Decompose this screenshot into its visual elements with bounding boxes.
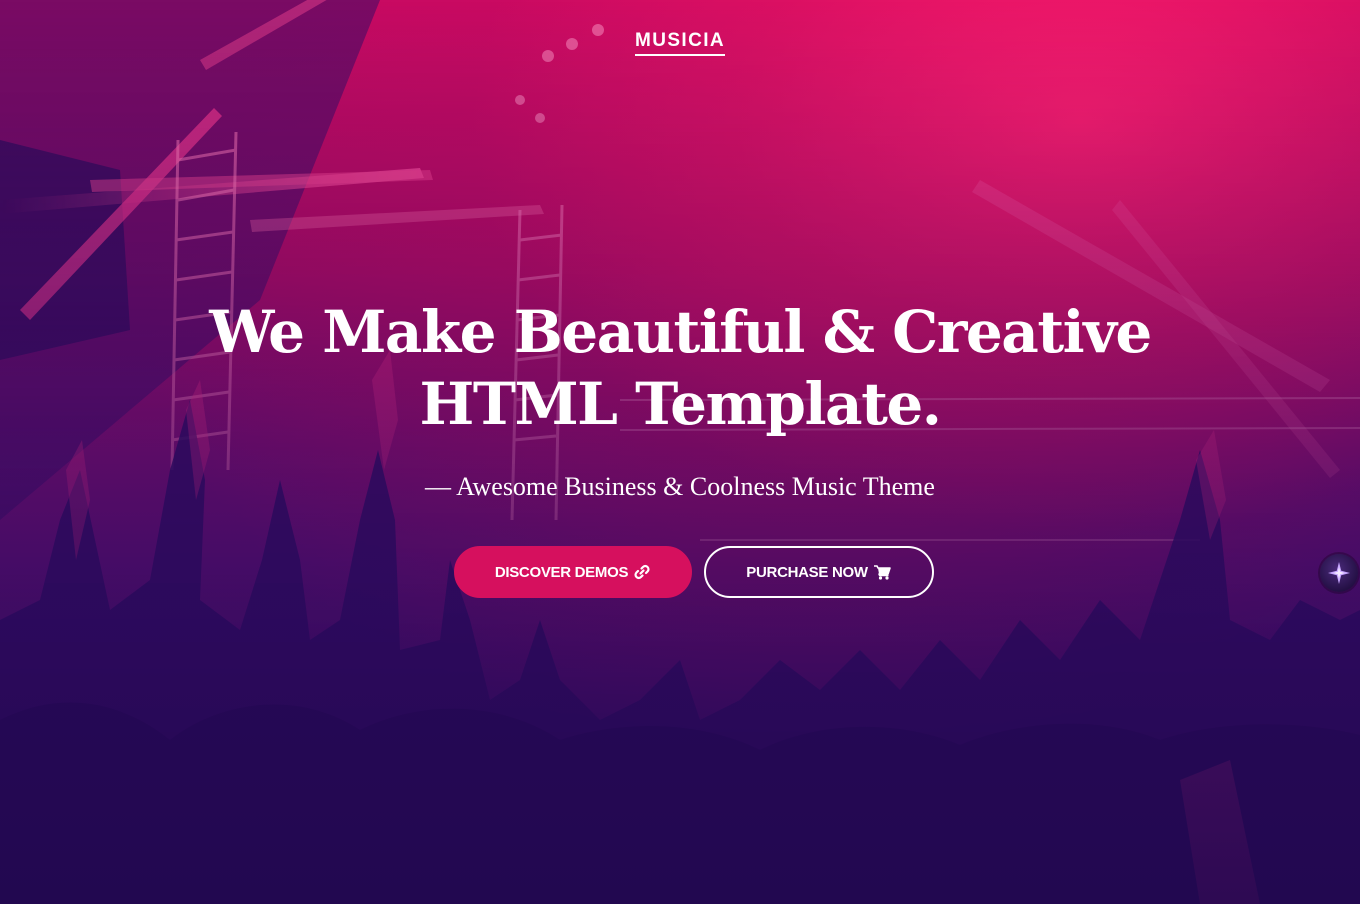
discover-demos-button[interactable]: DISCOVER DEMOS (453, 546, 692, 598)
link-icon (634, 564, 650, 580)
headline-line-2: HTML Template. (419, 370, 942, 438)
brand-logo[interactable]: MUSICIA (0, 30, 1360, 56)
hero-actions: DISCOVER DEMOS PURCHASE NOW (0, 546, 1360, 598)
purchase-now-label: PURCHASE NOW (746, 563, 868, 581)
headline-line-1: We Make Beautiful & Creative (209, 298, 1152, 366)
floating-assistant-button[interactable] (1320, 554, 1358, 592)
discover-demos-label: DISCOVER DEMOS (494, 563, 629, 581)
purchase-now-button[interactable]: PURCHASE NOW (703, 546, 934, 598)
sparkle-icon (1328, 562, 1350, 584)
concert-crowd-background (0, 0, 1360, 904)
hero-subtitle: — Awesome Business & Coolness Music Them… (425, 472, 935, 501)
hero-headline: We Make Beautiful & Creative HTML Templa… (0, 296, 1360, 440)
cart-icon (873, 564, 891, 580)
brand-name[interactable]: MUSICIA (634, 30, 726, 56)
hero-section: MUSICIA We Make Beautiful & Creative HTM… (0, 0, 1360, 904)
